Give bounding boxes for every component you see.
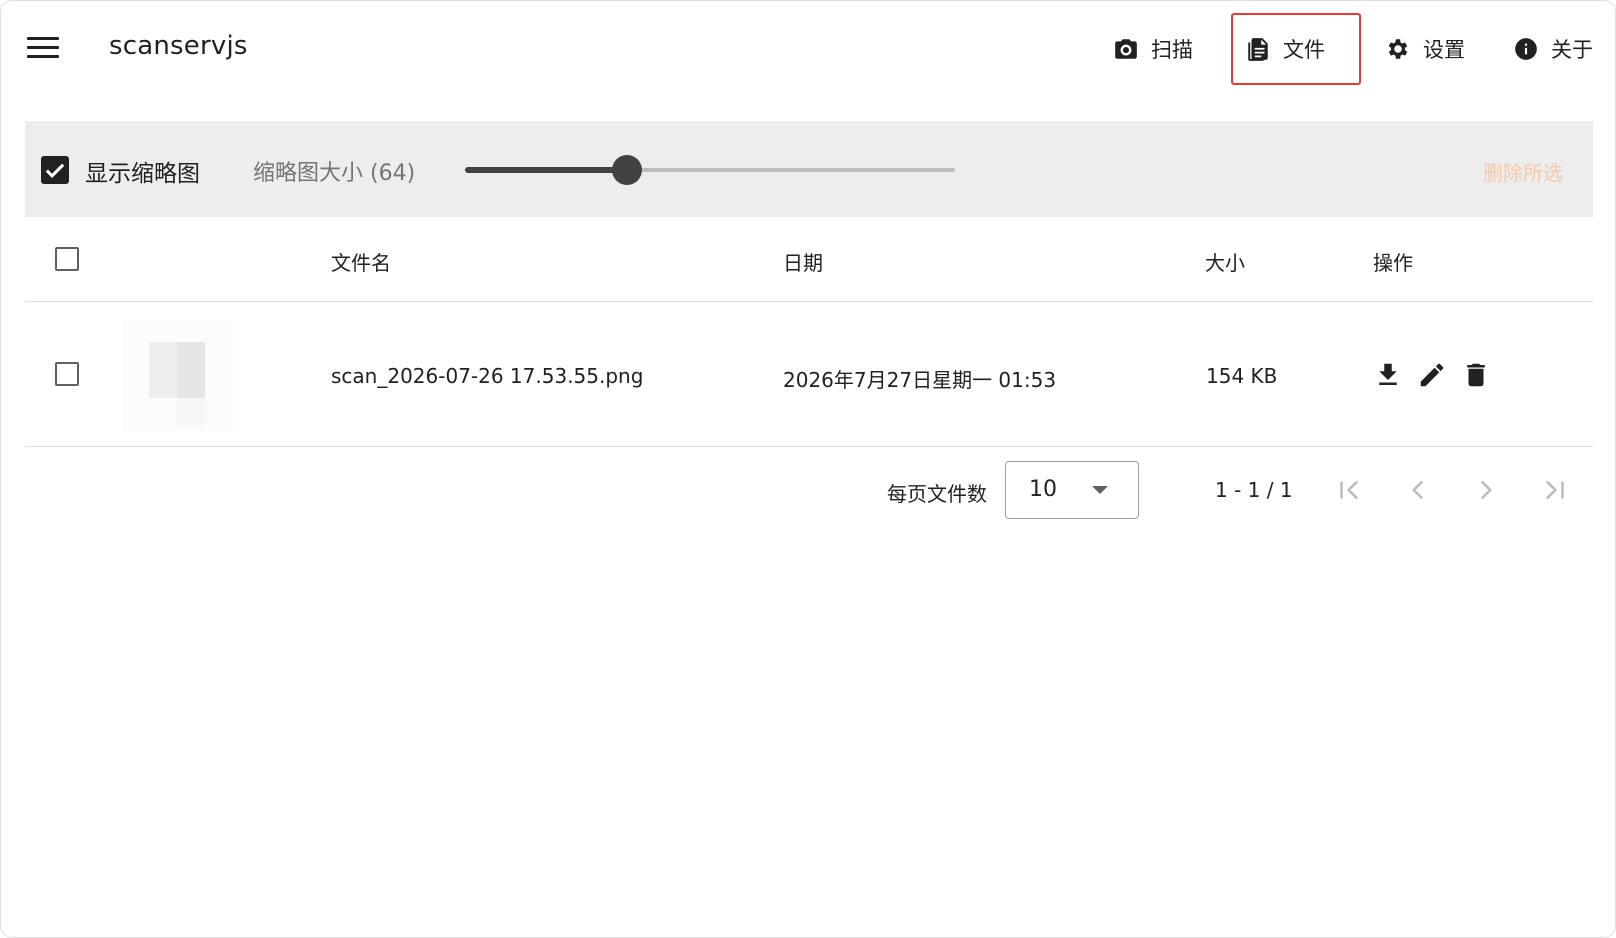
per-page-label: 每页文件数	[887, 482, 987, 506]
previous-page-button[interactable]	[1401, 473, 1435, 507]
delete-selected-button[interactable]: 删除所选	[1483, 157, 1563, 186]
header-size[interactable]: 大小	[1205, 247, 1245, 276]
gear-icon	[1388, 39, 1408, 59]
download-icon	[1379, 363, 1397, 385]
first-page-button[interactable]	[1333, 473, 1367, 507]
nav-about-button[interactable]: 关于	[1501, 13, 1605, 85]
header-date[interactable]: 日期	[783, 247, 823, 276]
camera-icon	[1115, 39, 1137, 59]
thumbnail-size-slider[interactable]	[465, 155, 955, 185]
row-actions	[1373, 360, 1491, 390]
file-size: 154 KB	[1206, 364, 1278, 388]
nav-about-label: 关于	[1551, 38, 1593, 62]
header-actions: 操作	[1373, 251, 1413, 275]
app-bar: scanservjs 扫描 文件 设置 关于	[1, 1, 1615, 101]
edit-icon	[1420, 363, 1444, 387]
nav-files-label: 文件	[1283, 38, 1325, 62]
header-filename[interactable]: 文件名	[331, 247, 391, 276]
chevron-right-icon	[1480, 480, 1493, 500]
app-title: scanservjs	[109, 31, 248, 61]
download-button[interactable]	[1373, 360, 1403, 390]
file-date: 2026年7月27日星期一 01:53	[783, 368, 1057, 392]
per-page-value: 10	[1029, 477, 1057, 502]
nav-settings-button[interactable]: 设置	[1373, 13, 1477, 85]
pagination-bar: 每页文件数 10 1 - 1 / 1	[25, 441, 1593, 541]
document-icon	[1248, 38, 1268, 61]
page-range-text: 1 - 1 / 1	[1215, 478, 1293, 502]
last-page-button[interactable]	[1537, 473, 1571, 507]
select-all-checkbox[interactable]	[55, 247, 79, 271]
file-name[interactable]: scan_2026-07-26 17.53.55.png	[331, 364, 643, 388]
table-row: scan_2026-07-26 17.53.55.png 2026年7月27日星…	[25, 302, 1593, 447]
edit-button[interactable]	[1417, 360, 1447, 390]
next-page-button[interactable]	[1469, 473, 1503, 507]
caret-down-icon	[1092, 486, 1108, 494]
nav-settings-label: 设置	[1423, 38, 1465, 62]
nav-files-button[interactable]: 文件	[1231, 13, 1361, 85]
first-page-icon	[1340, 480, 1358, 500]
thumbnail-size-label: 缩略图大小 (64)	[253, 161, 416, 186]
checkmark-icon	[45, 163, 65, 178]
delete-button[interactable]	[1461, 360, 1491, 390]
nav-scan-button[interactable]: 扫描	[1101, 13, 1205, 85]
chevron-left-icon	[1411, 480, 1424, 500]
show-thumbnails-checkbox[interactable]	[41, 156, 69, 184]
row-select-checkbox[interactable]	[55, 362, 79, 386]
files-table: 文件名 日期 大小 操作 scan_2026-07-26 17.53.55.pn…	[25, 217, 1593, 447]
per-page-select[interactable]: 10	[1005, 461, 1139, 519]
file-thumbnail[interactable]	[121, 320, 233, 432]
slider-fill	[465, 167, 627, 173]
files-toolbar: 显示缩略图 缩略图大小 (64) 删除所选	[25, 121, 1593, 217]
show-thumbnails-label: 显示缩略图	[85, 161, 200, 187]
last-page-icon	[1546, 480, 1564, 500]
nav-scan-label: 扫描	[1151, 38, 1193, 62]
slider-handle[interactable]	[611, 155, 642, 185]
table-header: 文件名 日期 大小 操作	[25, 217, 1593, 302]
delete-icon	[1467, 363, 1485, 387]
app-window: scanservjs 扫描 文件 设置 关于 显示缩略图 缩略图大小 (64)	[0, 0, 1616, 938]
info-icon	[1515, 38, 1537, 60]
menu-icon[interactable]	[27, 37, 59, 61]
